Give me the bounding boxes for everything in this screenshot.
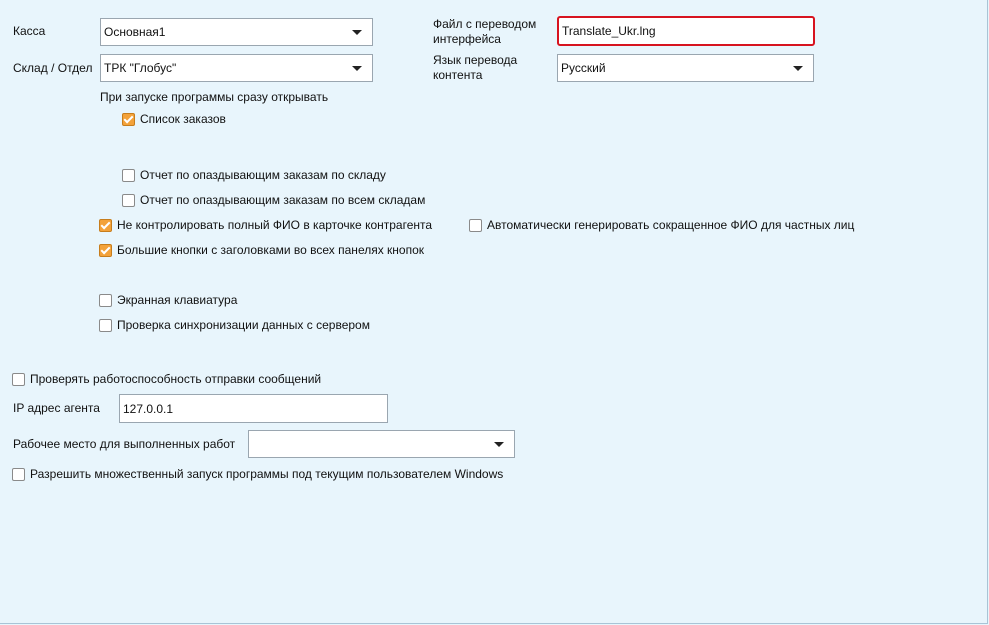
multi-launch-label: Разрешить множественный запуск программы…: [30, 467, 504, 481]
chevron-down-icon: [793, 66, 803, 71]
startup-heading: При запуске программы сразу открывать: [100, 90, 329, 104]
auto-short-name-checkbox[interactable]: Автоматически генерировать сокращенное Ф…: [469, 218, 854, 232]
checkbox-icon: [122, 193, 135, 207]
settings-panel: Касса Основная1 Склад / Отдел ТРК "Глобу…: [0, 0, 988, 624]
checkbox-checked-icon: [99, 243, 112, 257]
translation-file-label-line2: интерфейса: [433, 32, 501, 46]
translation-file-field[interactable]: [557, 16, 815, 46]
checkbox-checked-icon: [122, 112, 135, 126]
content-language-label-line1: Язык перевода: [433, 53, 518, 67]
orders-list-checkbox[interactable]: Список заказов: [122, 112, 226, 126]
check-sending-label: Проверять работоспособность отправки соо…: [30, 372, 322, 386]
no-full-name-control-label: Не контролировать полный ФИО в карточке …: [117, 218, 433, 232]
late-orders-warehouse-label: Отчет по опаздывающим заказам по складу: [140, 168, 386, 182]
checkbox-icon: [99, 318, 112, 332]
no-full-name-control-checkbox[interactable]: Не контролировать полный ФИО в карточке …: [99, 218, 432, 232]
content-language-dropdown[interactable]: Русский: [557, 54, 814, 82]
sync-check-checkbox[interactable]: Проверка синхронизации данных с сервером: [99, 318, 370, 332]
ip-address-input[interactable]: [120, 395, 387, 422]
kassa-dropdown[interactable]: Основная1: [100, 18, 373, 46]
checkbox-icon: [122, 168, 135, 182]
sync-check-label: Проверка синхронизации данных с сервером: [117, 318, 370, 332]
screen-keyboard-checkbox[interactable]: Экранная клавиатура: [99, 293, 237, 307]
checkbox-icon: [12, 372, 25, 386]
chevron-down-icon: [352, 66, 362, 71]
translation-file-label-line1: Файл с переводом: [433, 17, 537, 31]
checkbox-icon: [469, 218, 482, 232]
workplace-dropdown[interactable]: [248, 430, 515, 458]
content-language-value: Русский: [561, 61, 606, 75]
sklad-label: Склад / Отдел: [13, 61, 93, 75]
big-buttons-label: Большие кнопки с заголовками во всех пан…: [117, 243, 425, 257]
chevron-down-icon: [352, 30, 362, 35]
chevron-down-icon: [494, 442, 504, 447]
kassa-value: Основная1: [104, 25, 166, 39]
late-orders-all-checkbox[interactable]: Отчет по опаздывающим заказам по всем ск…: [122, 193, 425, 207]
checkbox-icon: [99, 293, 112, 307]
screen-keyboard-label: Экранная клавиатура: [117, 293, 238, 307]
orders-list-label: Список заказов: [140, 112, 226, 126]
big-buttons-checkbox[interactable]: Большие кнопки с заголовками во всех пан…: [99, 243, 424, 257]
auto-short-name-label: Автоматически генерировать сокращенное Ф…: [487, 218, 855, 232]
workplace-label: Рабочее место для выполненных работ: [13, 437, 236, 451]
check-sending-checkbox[interactable]: Проверять работоспособность отправки соо…: [12, 372, 321, 386]
late-orders-warehouse-checkbox[interactable]: Отчет по опаздывающим заказам по складу: [122, 168, 386, 182]
late-orders-all-label: Отчет по опаздывающим заказам по всем ск…: [140, 193, 426, 207]
multi-launch-checkbox[interactable]: Разрешить множественный запуск программы…: [12, 467, 503, 481]
sklad-value: ТРК "Глобус": [104, 61, 177, 75]
ip-address-label: IP адрес агента: [13, 401, 100, 415]
sklad-dropdown[interactable]: ТРК "Глобус": [100, 54, 373, 82]
kassa-label: Касса: [13, 24, 46, 38]
ip-address-field[interactable]: [119, 394, 388, 423]
translation-file-input[interactable]: [559, 18, 813, 44]
checkbox-icon: [12, 467, 25, 481]
content-language-label-line2: контента: [433, 68, 483, 82]
checkbox-checked-icon: [99, 218, 112, 232]
